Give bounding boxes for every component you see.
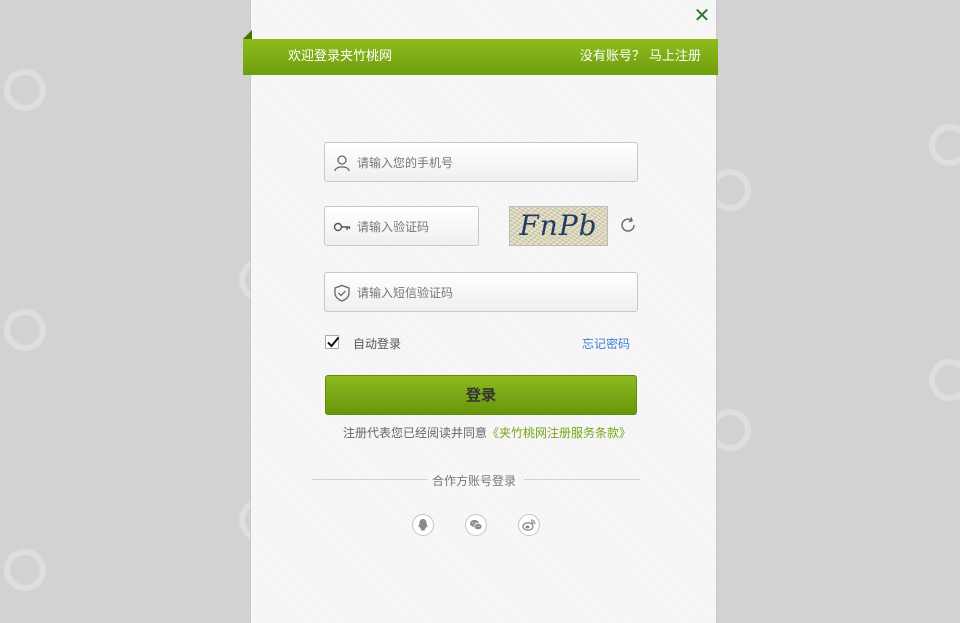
user-icon bbox=[334, 155, 350, 172]
terms-link[interactable]: 《夹竹桃网注册服务条款》 bbox=[487, 426, 631, 440]
phone-field[interactable] bbox=[324, 142, 638, 183]
weibo-login-button[interactable] bbox=[518, 514, 540, 536]
captcha-input[interactable] bbox=[355, 207, 479, 247]
refresh-icon[interactable] bbox=[619, 216, 637, 234]
key-icon bbox=[333, 222, 351, 232]
sms-input[interactable] bbox=[355, 273, 609, 313]
captcha-image[interactable]: FnPb bbox=[509, 206, 608, 246]
agreement-text: 注册代表您已经阅读并同意《夹竹桃网注册服务条款》 bbox=[343, 424, 631, 441]
wechat-icon bbox=[470, 519, 483, 531]
captcha-field[interactable] bbox=[324, 206, 479, 247]
page-title: 欢迎登录夹竹桃网 bbox=[288, 49, 393, 64]
divider-left bbox=[312, 479, 428, 480]
close-icon[interactable]: ✕ bbox=[693, 5, 711, 25]
register-link[interactable]: 没有账号？ 马上注册 bbox=[580, 39, 701, 75]
weibo-icon bbox=[522, 519, 536, 531]
banner-fold bbox=[243, 30, 252, 39]
agreement-prefix: 注册代表您已经阅读并同意 bbox=[343, 426, 488, 440]
auto-login-checkbox[interactable] bbox=[325, 335, 340, 349]
phone-input[interactable] bbox=[355, 143, 609, 183]
partner-login-label: 合作方账号登录 bbox=[430, 472, 519, 489]
login-button[interactable]: 登录 bbox=[325, 375, 637, 415]
qq-login-button[interactable] bbox=[412, 514, 434, 536]
header-banner: 欢迎登录夹竹桃网 没有账号？ 马上注册 bbox=[243, 39, 718, 75]
forgot-password-link[interactable]: 忘记密码 bbox=[582, 335, 630, 352]
shield-icon bbox=[334, 284, 350, 302]
divider-right bbox=[524, 479, 640, 480]
wechat-login-button[interactable] bbox=[465, 514, 487, 536]
sms-field[interactable] bbox=[324, 272, 638, 313]
qq-icon bbox=[418, 519, 428, 531]
auto-login-label: 自动登录 bbox=[353, 337, 402, 351]
checkmark-icon bbox=[327, 336, 340, 348]
